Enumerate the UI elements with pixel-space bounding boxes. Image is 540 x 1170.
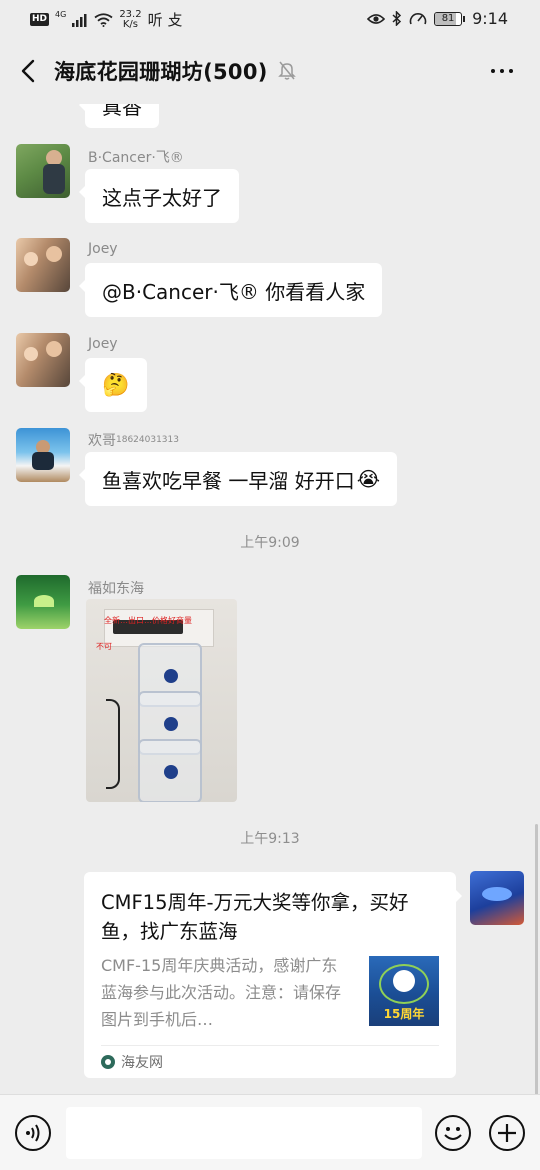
message-bubble[interactable]: 真香 bbox=[79, 104, 159, 128]
avatar-self[interactable] bbox=[470, 871, 524, 925]
link-thumbnail: 15周年 bbox=[369, 956, 439, 1026]
message-text: 这点子太好了 bbox=[102, 185, 222, 210]
avatar[interactable] bbox=[16, 575, 70, 629]
speedometer-icon bbox=[409, 13, 427, 25]
speed-value: 23.2 bbox=[119, 8, 142, 20]
battery-level: 81 bbox=[441, 12, 455, 24]
message-input[interactable] bbox=[66, 1107, 422, 1159]
message-bubble[interactable]: 这点子太好了 bbox=[79, 169, 239, 223]
chat-header: 海底花园珊瑚坊(500) bbox=[0, 38, 540, 104]
link-source: 海友网 bbox=[101, 1052, 163, 1072]
sender-name: Joey bbox=[88, 241, 118, 257]
signal-icon bbox=[72, 13, 87, 27]
sender-name: 欢哥18624031313 bbox=[88, 430, 179, 450]
more-functions-button[interactable] bbox=[489, 1115, 525, 1151]
sender-name: Joey bbox=[88, 336, 118, 352]
fan-image bbox=[138, 739, 202, 802]
message-list[interactable]: 真香 B·Cancer·飞® 这点子太好了 Joey @B·Cancer·飞® … bbox=[0, 104, 540, 1094]
hd-badge: HD bbox=[30, 13, 50, 26]
sender-name: 福如东海 bbox=[88, 581, 144, 597]
network-type-label: 4G bbox=[55, 9, 67, 19]
timestamp: 上午9:13 bbox=[240, 831, 300, 847]
avatar[interactable] bbox=[16, 144, 70, 198]
battery-icon: 81 bbox=[434, 11, 466, 26]
input-bar bbox=[0, 1094, 540, 1170]
sender-name-suffix: 18624031313 bbox=[116, 435, 179, 445]
link-description: CMF-15周年庆典活动，感谢广东蓝海参与此次活动。注意：请保存图片到手机后… bbox=[101, 956, 342, 1029]
mute-bell-icon bbox=[278, 61, 296, 80]
scrollbar[interactable] bbox=[535, 824, 538, 1094]
avatar[interactable] bbox=[16, 238, 70, 292]
more-dot-icon bbox=[509, 69, 513, 73]
sender-name-text: 欢哥 bbox=[88, 433, 116, 449]
more-dot-icon bbox=[500, 69, 504, 73]
smiley-icon bbox=[444, 1127, 462, 1140]
image-overlay-text: 不可 bbox=[96, 642, 112, 651]
message-text: @B·Cancer·飞® 你看看人家 bbox=[102, 279, 366, 304]
sender-name: B·Cancer·飞® bbox=[88, 150, 184, 166]
timestamp: 上午9:09 bbox=[240, 535, 300, 551]
chat-title: 海底花园珊瑚坊(500) bbox=[54, 60, 268, 84]
eye-icon bbox=[367, 13, 386, 24]
source-name: 海友网 bbox=[121, 1055, 163, 1071]
plus-icon bbox=[498, 1124, 516, 1142]
more-options-button[interactable] bbox=[484, 56, 520, 86]
link-title: CMF15周年-万元大奖等你拿，买好鱼，找广东蓝海 bbox=[101, 891, 409, 943]
message-bubble[interactable]: @B·Cancer·飞® 你看看人家 bbox=[78, 263, 383, 317]
chevron-left-icon bbox=[21, 59, 35, 83]
more-dot-icon bbox=[491, 69, 495, 73]
image-message[interactable]: 全新…出口…价格好商量 不可 bbox=[86, 599, 237, 802]
bluetooth-icon bbox=[392, 11, 402, 26]
thinking-emoji: 🤔 bbox=[102, 372, 130, 398]
image-overlay-text: 全新…出口…价格好商量 bbox=[104, 616, 192, 625]
thumbnail-text: 15周年 bbox=[383, 1007, 425, 1021]
message-text: 鱼喜欢吃早餐 一早溜 好开口 bbox=[102, 468, 355, 493]
avatar[interactable] bbox=[16, 333, 70, 387]
message-text: 真香 bbox=[102, 104, 142, 119]
emoji-button[interactable] bbox=[435, 1115, 471, 1151]
clock: 9:14 bbox=[472, 9, 508, 28]
avatar[interactable] bbox=[16, 428, 70, 482]
network-speed: 23.2 K/s bbox=[119, 8, 142, 30]
link-card[interactable]: CMF15周年-万元大奖等你拿，买好鱼，找广东蓝海 CMF-15周年庆典活动，感… bbox=[84, 872, 462, 1078]
source-icon bbox=[101, 1055, 115, 1069]
wifi-icon bbox=[94, 12, 113, 27]
back-button[interactable] bbox=[10, 53, 46, 89]
speed-unit: K/s bbox=[122, 18, 139, 30]
message-bubble[interactable]: 🤔 bbox=[79, 358, 147, 412]
cable-image bbox=[106, 699, 120, 789]
message-bubble[interactable]: 鱼喜欢吃早餐 一早溜 好开口 😭 bbox=[78, 452, 398, 506]
status-bar: HD 4G 23.2 K/s 听 攴 81 9:14 bbox=[0, 0, 540, 38]
voice-icon bbox=[26, 1124, 40, 1142]
crying-emoji: 😭 bbox=[356, 467, 381, 491]
notification-app-label: 听 攴 bbox=[147, 11, 183, 29]
divider bbox=[101, 1045, 439, 1046]
voice-button[interactable] bbox=[15, 1115, 51, 1151]
